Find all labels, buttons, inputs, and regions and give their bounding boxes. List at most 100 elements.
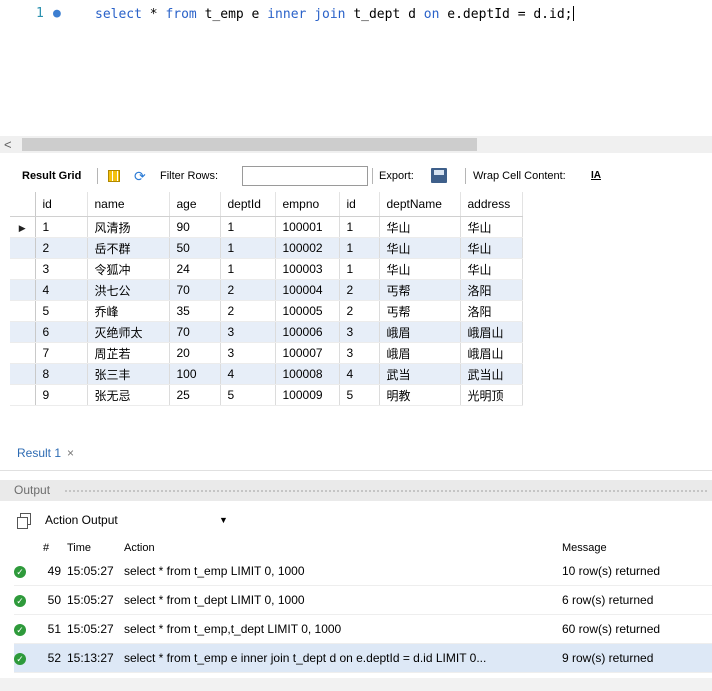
table-cell[interactable]: 丐帮 bbox=[379, 279, 461, 301]
table-cell[interactable]: 100004 bbox=[275, 279, 340, 301]
column-header[interactable]: deptName bbox=[379, 192, 461, 217]
row-header[interactable] bbox=[10, 321, 36, 343]
row-header[interactable] bbox=[10, 342, 36, 364]
output-row[interactable]: ✓ 50 15:05:27 select * from t_dept LIMIT 0,… bbox=[14, 585, 712, 615]
table-cell[interactable]: 武当山 bbox=[460, 363, 523, 385]
table-cell[interactable]: 3 bbox=[220, 342, 276, 364]
table-cell[interactable]: 1 bbox=[220, 216, 276, 238]
chevron-down-icon[interactable]: ▼ bbox=[219, 511, 228, 529]
table-cell[interactable]: 3 bbox=[339, 342, 380, 364]
table-cell[interactable]: 峨眉山 bbox=[460, 321, 523, 343]
table-row[interactable]: 7 周芷若 20 3 100007 3 峨眉 峨眉山 bbox=[10, 342, 523, 364]
row-header[interactable] bbox=[10, 237, 36, 259]
table-cell[interactable]: 2 bbox=[339, 300, 380, 322]
table-cell[interactable]: 9 bbox=[35, 384, 88, 406]
table-cell[interactable]: 2 bbox=[35, 237, 88, 259]
table-cell[interactable]: 光明顶 bbox=[460, 384, 523, 406]
output-mode-select[interactable]: Action Output ▼ bbox=[45, 511, 233, 529]
export-icon[interactable] bbox=[431, 168, 447, 183]
table-cell[interactable]: 4 bbox=[35, 279, 88, 301]
row-header[interactable] bbox=[10, 363, 36, 385]
table-cell[interactable]: 100008 bbox=[275, 363, 340, 385]
table-cell[interactable]: 华山 bbox=[460, 258, 523, 280]
table-cell[interactable]: 70 bbox=[169, 279, 221, 301]
column-header[interactable]: id bbox=[339, 192, 380, 217]
table-cell[interactable]: 1 bbox=[339, 216, 380, 238]
column-header[interactable]: id bbox=[35, 192, 88, 217]
table-cell[interactable]: 洛阳 bbox=[460, 279, 523, 301]
table-cell[interactable]: 灭绝师太 bbox=[87, 321, 170, 343]
table-cell[interactable]: 华山 bbox=[379, 216, 461, 238]
table-cell[interactable]: 4 bbox=[339, 363, 380, 385]
table-cell[interactable]: 100002 bbox=[275, 237, 340, 259]
grid-icon[interactable] bbox=[108, 170, 120, 182]
table-cell[interactable]: 1 bbox=[220, 237, 276, 259]
scroll-left-icon[interactable]: < bbox=[4, 136, 12, 153]
table-cell[interactable]: 20 bbox=[169, 342, 221, 364]
table-cell[interactable]: 3 bbox=[220, 321, 276, 343]
column-header[interactable]: age bbox=[169, 192, 221, 217]
table-cell[interactable]: 1 bbox=[220, 258, 276, 280]
filter-rows-input[interactable] bbox=[242, 166, 368, 186]
table-row[interactable]: 9 张无忌 25 5 100009 5 明教 光明顶 bbox=[10, 384, 523, 406]
table-cell[interactable]: 5 bbox=[35, 300, 88, 322]
table-cell[interactable]: 明教 bbox=[379, 384, 461, 406]
table-cell[interactable]: 100 bbox=[169, 363, 221, 385]
table-row[interactable]: 2 岳不群 50 1 100002 1 华山 华山 bbox=[10, 237, 523, 259]
table-cell[interactable]: 2 bbox=[339, 279, 380, 301]
column-header[interactable]: deptId bbox=[220, 192, 276, 217]
editor-horizontal-scrollbar[interactable]: < bbox=[0, 136, 712, 153]
table-row[interactable]: 6 灭绝师太 70 3 100006 3 峨眉 峨眉山 bbox=[10, 321, 523, 343]
table-row[interactable]: ▶ 1 风清扬 90 1 100001 1 华山 华山 bbox=[10, 216, 523, 238]
table-cell[interactable]: 武当 bbox=[379, 363, 461, 385]
table-cell[interactable]: 35 bbox=[169, 300, 221, 322]
drag-handle[interactable] bbox=[64, 489, 708, 493]
table-cell[interactable]: 8 bbox=[35, 363, 88, 385]
bottom-scrollbar[interactable] bbox=[0, 678, 712, 691]
table-cell[interactable]: 6 bbox=[35, 321, 88, 343]
output-row[interactable]: ✓ 52 15:13:27 select * from t_emp e inner j… bbox=[14, 643, 712, 673]
table-row[interactable]: 3 令狐冲 24 1 100003 1 华山 华山 bbox=[10, 258, 523, 280]
sql-editor[interactable]: 1 ● select * from t_emp e inner join t_d… bbox=[0, 0, 712, 134]
column-header[interactable]: empno bbox=[275, 192, 340, 217]
wrap-icon[interactable]: IA bbox=[591, 164, 601, 188]
table-cell[interactable]: 洛阳 bbox=[460, 300, 523, 322]
table-cell[interactable]: 张三丰 bbox=[87, 363, 170, 385]
table-cell[interactable]: 岳不群 bbox=[87, 237, 170, 259]
table-cell[interactable]: 100005 bbox=[275, 300, 340, 322]
table-cell[interactable]: 100003 bbox=[275, 258, 340, 280]
row-header[interactable] bbox=[10, 300, 36, 322]
table-row[interactable]: 8 张三丰 100 4 100008 4 武当 武当山 bbox=[10, 363, 523, 385]
table-row[interactable]: 4 洪七公 70 2 100004 2 丐帮 洛阳 bbox=[10, 279, 523, 301]
row-header[interactable] bbox=[10, 279, 36, 301]
table-cell[interactable]: 乔峰 bbox=[87, 300, 170, 322]
table-cell[interactable]: 风清扬 bbox=[87, 216, 170, 238]
table-cell[interactable]: 25 bbox=[169, 384, 221, 406]
table-cell[interactable]: 洪七公 bbox=[87, 279, 170, 301]
table-cell[interactable]: 2 bbox=[220, 300, 276, 322]
table-cell[interactable]: 5 bbox=[220, 384, 276, 406]
table-cell[interactable]: 24 bbox=[169, 258, 221, 280]
table-cell[interactable]: 100009 bbox=[275, 384, 340, 406]
scrollbar-thumb[interactable] bbox=[22, 138, 477, 151]
table-cell[interactable]: 90 bbox=[169, 216, 221, 238]
table-cell[interactable]: 3 bbox=[339, 321, 380, 343]
table-cell[interactable]: 周芷若 bbox=[87, 342, 170, 364]
table-cell[interactable]: 7 bbox=[35, 342, 88, 364]
table-cell[interactable]: 3 bbox=[35, 258, 88, 280]
table-cell[interactable]: 1 bbox=[35, 216, 88, 238]
table-cell[interactable]: 峨眉 bbox=[379, 342, 461, 364]
output-row[interactable]: ✓ 51 15:05:27 select * from t_emp,t_dept LI… bbox=[14, 614, 712, 644]
sql-code-line[interactable]: select * from t_emp e inner join t_dept … bbox=[95, 6, 574, 22]
table-cell[interactable]: 5 bbox=[339, 384, 380, 406]
output-row[interactable]: ✓ 49 15:05:27 select * from t_emp LIMIT 0, … bbox=[14, 557, 712, 586]
table-cell[interactable]: 4 bbox=[220, 363, 276, 385]
column-header[interactable]: name bbox=[87, 192, 170, 217]
table-cell[interactable]: 华山 bbox=[379, 258, 461, 280]
refresh-icon[interactable]: ⟳ bbox=[134, 164, 146, 188]
table-cell[interactable]: 100006 bbox=[275, 321, 340, 343]
copy-icon[interactable] bbox=[17, 513, 31, 529]
table-cell[interactable]: 1 bbox=[339, 237, 380, 259]
table-cell[interactable]: 2 bbox=[220, 279, 276, 301]
table-row[interactable]: 5 乔峰 35 2 100005 2 丐帮 洛阳 bbox=[10, 300, 523, 322]
